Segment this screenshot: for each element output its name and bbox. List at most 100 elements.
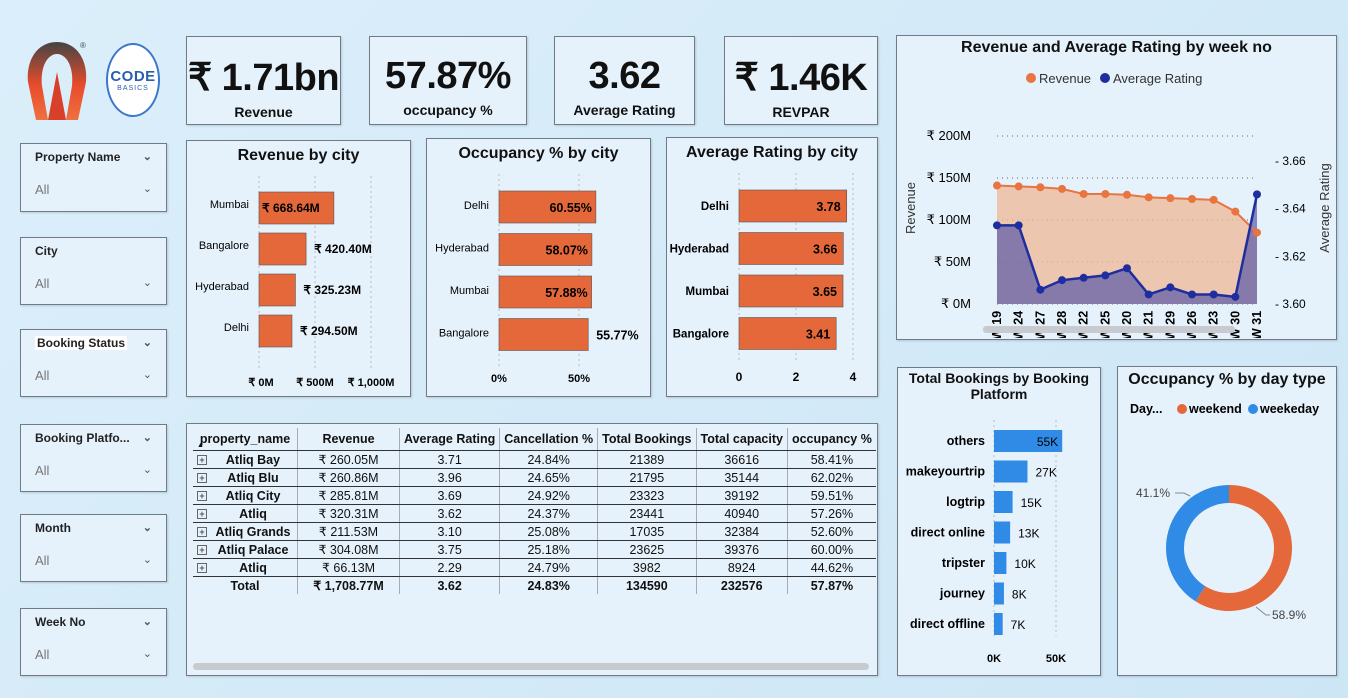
revenue-point[interactable] [1144,193,1153,202]
bar[interactable] [994,613,1003,635]
rating-point[interactable] [1123,264,1131,273]
horizontal-scrollbar[interactable] [193,663,869,670]
revenue-point[interactable] [1058,184,1066,193]
legend-marker [1026,73,1036,83]
column-header-property[interactable]: property_name ▲ [193,428,298,451]
legend-label[interactable]: Average Rating [1113,71,1202,86]
revenue-point[interactable] [1101,189,1110,198]
rating-point[interactable] [1209,290,1218,299]
table-total-row: Total ₹ 1,708.77M 3.62 24.83% 134590 232576 57… [193,576,876,594]
bar[interactable] [994,552,1007,574]
bar[interactable] [994,521,1011,544]
plus-box-icon[interactable]: + [197,473,207,484]
data-label: 57.88% [545,286,587,300]
rating-point[interactable] [1079,273,1088,282]
kpi-label: REVPAR [772,104,830,120]
bar[interactable] [258,314,293,348]
chevron-down-icon[interactable]: ⌄ [143,336,152,350]
table-row[interactable]: + Atliq Blu ₹ 260.86M 3.96 24.65% 21795 35144 6… [193,468,876,487]
table-cell: ₹ 285.81M [297,486,400,505]
chevron-down-icon[interactable]: ⌄ [143,647,152,662]
rating-point[interactable] [1253,190,1261,199]
legend-label[interactable]: weekeday [1259,402,1319,416]
revenue-point[interactable] [1209,195,1218,204]
revenue-point[interactable] [1231,207,1240,216]
rating-point[interactable] [1188,290,1196,299]
chevron-down-icon[interactable]: ⌄ [143,463,152,478]
bar[interactable] [258,273,296,307]
rating-point[interactable] [1101,271,1110,280]
bar[interactable] [994,460,1028,483]
rating-point[interactable] [993,221,1001,230]
horizontal-scrollbar[interactable] [983,326,1235,333]
slicer-city[interactable]: City All ⌄ [20,237,167,305]
plus-box-icon[interactable]: + [197,527,207,538]
column-header-revenue[interactable]: Revenue [297,428,400,451]
legend-label[interactable]: Revenue [1039,71,1091,86]
table-cell: 3982 [597,558,697,577]
column-header-cancellation[interactable]: Cancellation % [499,428,599,451]
slicer-booking-status[interactable]: Booking Status ⌄ All ⌄ [20,329,167,397]
table-row[interactable]: + Atliq ₹ 66.13M 2.29 24.79% 3982 8924 44.62% [193,558,876,577]
slicer-week-no[interactable]: Week No ⌄ All ⌄ [20,608,167,676]
data-label: 55K [1037,435,1058,449]
rating-point[interactable] [1036,285,1045,294]
revenue-point[interactable] [1079,189,1088,198]
slicer-month[interactable]: Month ⌄ All ⌄ [20,514,167,582]
column-header-bookings[interactable]: Total Bookings [597,428,697,451]
column-header-rating[interactable]: Average Rating [399,428,501,451]
revenue-point[interactable] [1188,195,1196,203]
revenue-point[interactable] [1036,183,1045,192]
legend-label[interactable]: weekend [1188,402,1242,416]
chevron-down-icon[interactable]: ⌄ [143,150,152,164]
chevron-down-icon[interactable]: ⌄ [143,553,152,568]
rating-point[interactable] [1166,283,1175,292]
revenue-point[interactable] [1253,228,1261,237]
x-tick-label: W 31 [1250,311,1264,338]
plus-box-icon[interactable]: + [197,509,207,520]
x-tick-label: 50% [568,373,590,385]
bookings-by-platform-chart: Total Bookings by Booking Platform 0K 50K… [897,367,1101,676]
plus-box-icon[interactable]: + [197,545,207,556]
table-row[interactable]: + Atliq Bay ₹ 260.05M 3.71 24.84% 21389 36616 5… [193,450,876,469]
x-tick-label: W 20 [1120,311,1134,338]
plus-box-icon[interactable]: + [197,563,207,574]
chevron-down-icon[interactable]: ⌄ [143,431,152,445]
plus-box-icon[interactable]: + [197,491,207,502]
table-row[interactable]: + Atliq City ₹ 285.81M 3.69 24.92% 23323 39192… [193,486,876,505]
donut-slice[interactable] [1166,485,1229,602]
platform-label: others [947,434,985,448]
bar[interactable] [258,232,307,266]
rating-point[interactable] [1014,221,1023,230]
rating-point[interactable] [1231,292,1240,301]
revenue-point[interactable] [993,181,1001,190]
chevron-down-icon[interactable]: ⌄ [143,276,152,291]
kpi-value: 3.62 [588,55,661,97]
slicer-booking-platform[interactable]: Booking Platfo... ⌄ All ⌄ [20,424,167,492]
slicer-property-name[interactable]: Property Name ⌄ All ⌄ [20,143,167,212]
rating-point[interactable] [1144,290,1153,299]
rating-point[interactable] [1058,276,1066,285]
slicer-value: All [35,368,50,383]
table-row[interactable]: + Atliq ₹ 320.31M 3.62 24.37% 23441 40940 57.26… [193,504,876,523]
bar[interactable] [498,318,589,351]
chevron-down-icon[interactable]: ⌄ [143,521,152,535]
table-row[interactable]: + Atliq Grands ₹ 211.53M 3.10 25.08% 17035 323… [193,522,876,541]
revenue-point[interactable] [1166,194,1175,203]
chart-title: Occupancy % by city [458,145,619,162]
revenue-rating-svg[interactable]: Revenue Average Rating ₹ 0M ₹ 50M ₹ 100M ₹ 15… [897,58,1335,338]
bar[interactable] [994,582,1004,605]
table-row[interactable]: + Atliq Palace ₹ 304.08M 3.75 25.18% 23625 393… [193,540,876,559]
chevron-down-icon[interactable]: ⌄ [143,368,152,383]
column-header-capacity[interactable]: Total capacity [696,428,788,451]
plus-box-icon[interactable]: + [197,455,207,466]
data-label: ₹ 420.40M [314,242,372,256]
revenue-point[interactable] [1123,190,1131,199]
chevron-down-icon[interactable]: ⌄ [143,615,152,629]
chevron-down-icon[interactable]: ⌄ [143,182,152,197]
revenue-point[interactable] [1014,182,1023,191]
column-header-occupancy[interactable]: occupancy % [787,428,876,451]
chart-title: Occupancy % by day type [1128,371,1326,388]
sort-up-icon[interactable]: ▲ [197,442,204,449]
bar[interactable] [994,491,1013,513]
